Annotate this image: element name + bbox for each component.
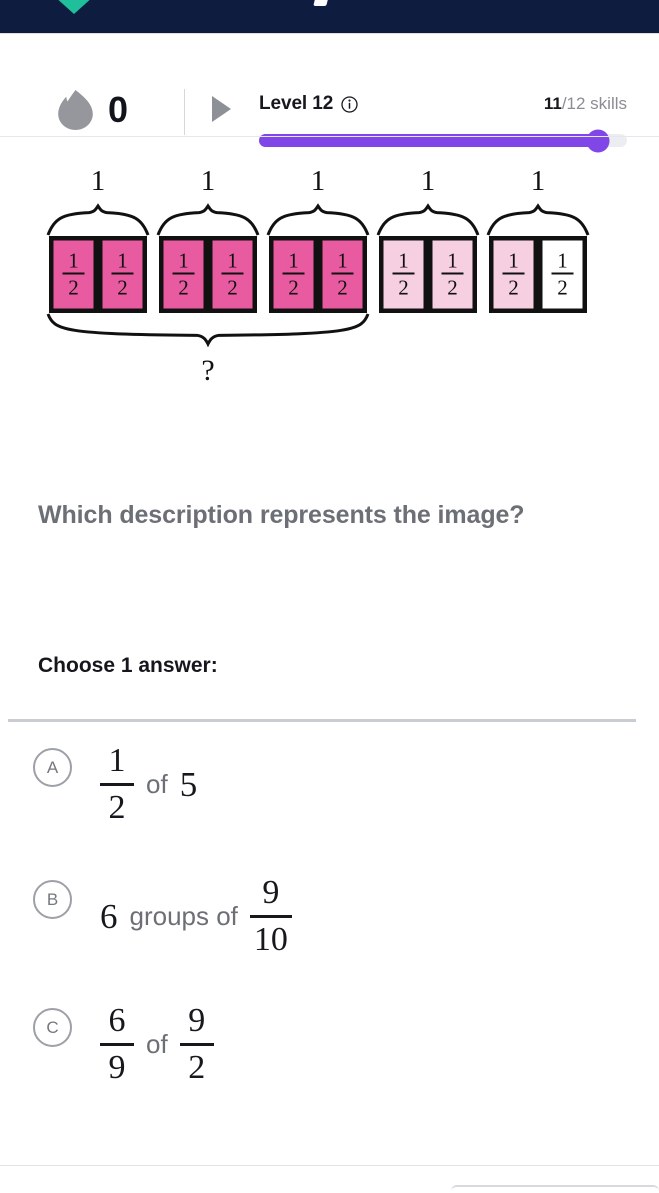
svg-text:1: 1 [227,249,238,273]
skills-counter: 11/12 skills [544,94,627,114]
footer-divider [0,1165,659,1166]
svg-text:2: 2 [178,276,189,300]
svg-text:2: 2 [337,276,348,300]
fraction-numerator: 6 [108,1001,126,1039]
choice-content-a: 1 2 of 5 [100,741,198,826]
choice-b-value: 6 [100,896,118,936]
svg-text:1: 1 [201,165,216,197]
status-bar-divider [0,136,659,137]
fraction-denominator: 9 [108,1048,126,1086]
info-circle-icon[interactable] [341,95,358,113]
svg-text:2: 2 [288,276,299,300]
choice-a-connector: of [146,768,168,799]
answer-choice-c[interactable]: C 6 9 of 9 2 [0,994,659,1094]
choice-bubble-a[interactable]: A [33,748,72,787]
choice-b-connector: groups of [129,900,238,931]
svg-text:1: 1 [288,249,299,273]
svg-text:1: 1 [508,249,519,273]
answer-choice-b[interactable]: B 6 groups of 9 10 [0,866,659,966]
svg-text:2: 2 [447,276,458,300]
streak-count: 0 [108,89,129,130]
play-triangle-icon[interactable] [212,96,231,122]
skills-current: 11 [543,94,562,113]
fraction-a-1: 1 2 [100,741,134,826]
fraction-bar [100,782,134,786]
svg-text:1: 1 [91,165,106,197]
fraction-bar [100,1042,134,1046]
flame-icon [58,90,93,130]
svg-text:1: 1 [557,249,568,273]
fraction-denominator: 10 [253,920,288,958]
choice-content-b: 6 groups of 9 10 [100,873,292,958]
fraction-numerator: 9 [188,1001,206,1039]
svg-text:2: 2 [557,276,568,300]
svg-text:1: 1 [398,249,409,273]
fraction-denominator: 2 [188,1048,206,1086]
choice-c-connector: of [146,1028,168,1059]
fraction-b-1: 9 10 [249,873,292,958]
svg-text:1: 1 [447,249,458,273]
fraction-diagram: 1 2 1 2 1 1 2 1 2 1 1 2 1 2 1 1 2 1 2 1 1 2 1 2 1? [0,148,659,398]
svg-text:1: 1 [421,165,436,197]
svg-text:1: 1 [178,249,189,273]
wordmark-glyph-icon [313,0,332,6]
site-header-bar [0,0,659,33]
exercise-page: 0 Level 12 11/12 skills 1 2 1 2 1 1 2 1 … [0,0,659,1193]
choose-instruction: Choose 1 answer: [38,654,218,677]
svg-text:1: 1 [117,249,128,273]
svg-text:2: 2 [68,276,79,300]
svg-text:2: 2 [117,276,128,300]
fraction-denominator: 2 [108,788,126,826]
fraction-bar [249,914,292,918]
svg-text:1: 1 [337,249,348,273]
choice-bubble-b[interactable]: B [33,880,72,919]
choice-bubble-c[interactable]: C [33,1008,72,1047]
svg-text:1: 1 [68,249,79,273]
level-row: Level 12 11/12 skills [259,93,627,115]
fraction-diagram-svg: 1 2 1 2 1 1 2 1 2 1 1 2 1 2 1 1 2 1 2 1 1 2 1 2 1? [46,165,590,387]
svg-text:2: 2 [508,276,519,300]
footer-action-button-partial[interactable] [451,1185,659,1193]
choices-top-divider [8,719,636,722]
svg-text:1: 1 [531,165,546,197]
svg-text:2: 2 [227,276,238,300]
streak-indicator[interactable]: 0 [57,90,128,130]
khan-leaf-logo-icon[interactable] [52,0,96,14]
question-prompt: Which description represents the image? [38,501,525,529]
level-label-group: Level 12 [259,93,358,115]
fraction-numerator: 9 [262,873,280,911]
svg-text:?: ? [201,354,214,387]
answer-choice-a[interactable]: A 1 2 of 5 [0,734,659,834]
svg-text:2: 2 [398,276,409,300]
choice-a-value: 5 [179,764,198,804]
fraction-bar [179,1042,214,1046]
level-label: Level 12 [259,93,334,114]
status-divider [184,89,185,135]
skills-total: /12 skills [561,94,627,113]
fraction-numerator: 1 [108,741,126,779]
fraction-c-2: 9 2 [179,1001,214,1086]
svg-text:1: 1 [311,165,326,197]
choice-content-c: 6 9 of 9 2 [100,1001,214,1086]
fraction-c-1: 6 9 [100,1001,134,1086]
progress-status-bar: 0 Level 12 11/12 skills [0,34,659,152]
